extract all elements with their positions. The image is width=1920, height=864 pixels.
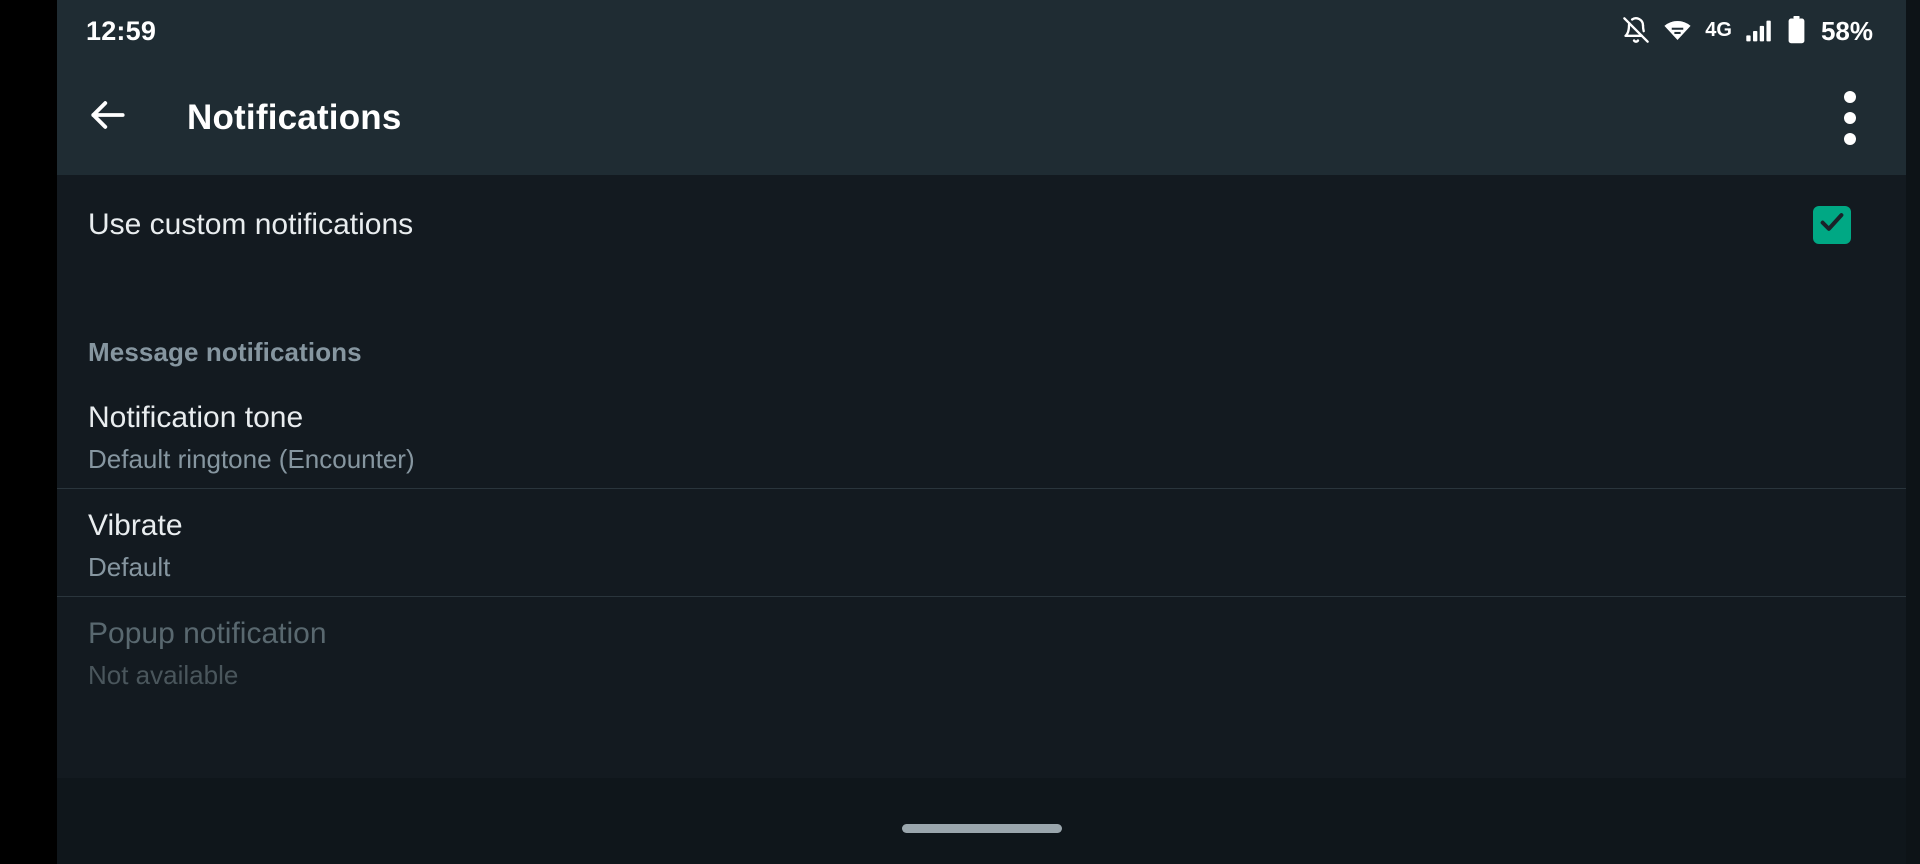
- back-button[interactable]: [77, 87, 139, 149]
- row-title: Popup notification: [88, 616, 327, 650]
- row-use-custom-notifications[interactable]: Use custom notifications: [57, 175, 1906, 274]
- home-gesture-bar[interactable]: [901, 824, 1062, 833]
- row-subtitle: Not available: [88, 659, 239, 690]
- section-title: Message notifications: [88, 337, 362, 367]
- settings-list[interactable]: Use custom notifications Message notific…: [57, 175, 1906, 864]
- checkmark-icon: [1817, 207, 1847, 242]
- row-vibrate[interactable]: Vibrate Default: [57, 489, 1906, 596]
- more-options-button[interactable]: [1822, 83, 1878, 153]
- row-popup-notification: Popup notification Not available: [57, 597, 1906, 704]
- section-header-message-notifications: Message notifications: [57, 274, 1906, 381]
- row-title: Vibrate: [88, 508, 183, 542]
- phone-viewport: 12:59 4G 58% Notifications Use custom no…: [57, 0, 1906, 864]
- row-subtitle: Default: [88, 551, 171, 582]
- arrow-back-icon: [86, 93, 130, 142]
- status-bar: 12:59 4G 58%: [57, 0, 1906, 60]
- row-subtitle: Default ringtone (Encounter): [88, 443, 415, 474]
- row-text: Vibrate Default: [88, 508, 183, 583]
- wifi-icon: [1663, 18, 1692, 42]
- row-title: Use custom notifications: [88, 207, 414, 241]
- battery-icon: [1787, 16, 1806, 44]
- bezel-left: [0, 0, 57, 864]
- notifications-off-icon: [1622, 16, 1650, 44]
- use-custom-notifications-checkbox[interactable]: [1813, 205, 1851, 244]
- row-notification-tone[interactable]: Notification tone Default ringtone (Enco…: [57, 381, 1906, 488]
- row-text: Use custom notifications: [88, 207, 413, 243]
- battery-percentage: 58%: [1820, 15, 1873, 46]
- row-text: Notification tone Default ringtone (Enco…: [88, 400, 415, 475]
- status-clock: 12:59: [86, 15, 157, 46]
- mobile-network-label: 4G: [1705, 19, 1732, 41]
- page-title: Notifications: [187, 97, 402, 137]
- signal-bars-icon: [1745, 18, 1774, 42]
- bezel-right: [1906, 0, 1920, 864]
- app-bar: Notifications: [57, 60, 1906, 175]
- phone-screenshot: 12:59 4G 58% Notifications Use custom no…: [0, 0, 1920, 864]
- row-text: Popup notification Not available: [88, 616, 327, 691]
- status-icons-group: 4G 58%: [1622, 16, 1873, 44]
- row-title: Notification tone: [88, 400, 304, 434]
- navigation-bar: [57, 778, 1906, 864]
- more-vertical-icon: [1844, 90, 1856, 145]
